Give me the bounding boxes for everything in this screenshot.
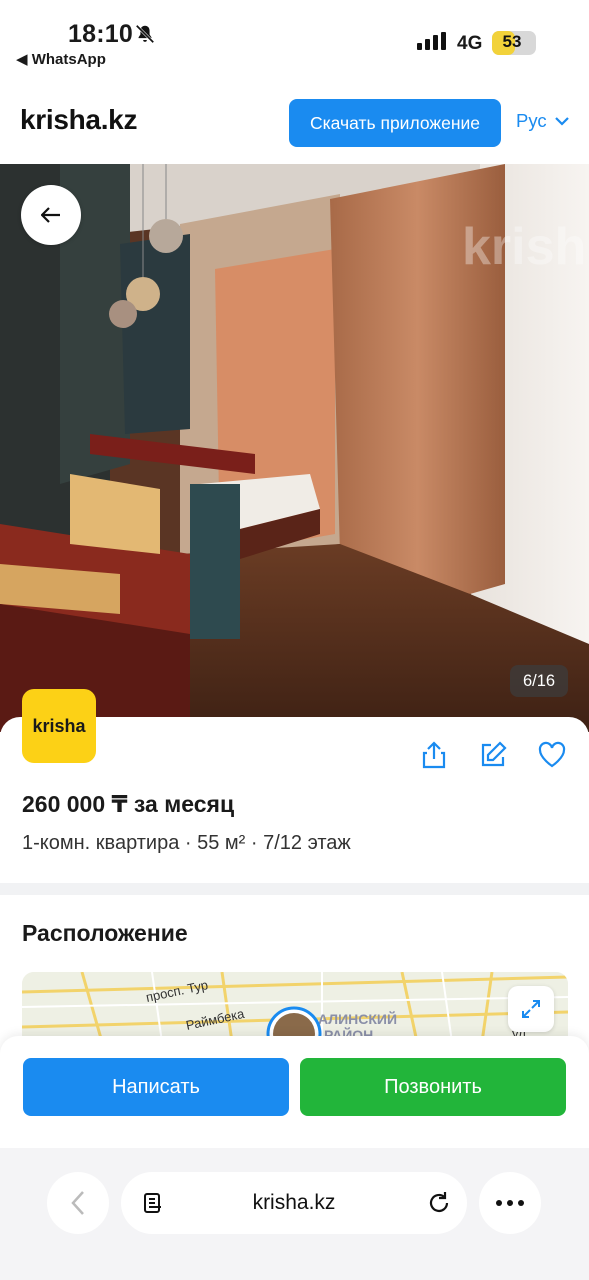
signal-icon: [417, 32, 446, 50]
download-app-button[interactable]: Скачать приложение: [289, 99, 501, 147]
battery-level: 53: [502, 32, 522, 51]
map-image: просп. Тур Раймбека АЛИНСКИЙ РАЙОН ул.: [22, 972, 568, 1042]
section-divider: [0, 883, 589, 895]
browser-url: krisha.kz: [252, 1191, 336, 1214]
write-message-button[interactable]: Написать: [23, 1058, 289, 1116]
browser-address-bar[interactable]: krisha.kz: [121, 1172, 467, 1234]
reload-icon[interactable]: [426, 1190, 452, 1216]
map-expand-button[interactable]: [508, 986, 554, 1032]
chevron-left-icon: [71, 1191, 84, 1215]
listing-photo[interactable]: krish: [0, 164, 589, 732]
bell-muted-icon: [135, 24, 155, 44]
language-selector[interactable]: Рус: [516, 110, 569, 132]
photo-counter: 6/16: [510, 665, 568, 697]
back-to-app-link[interactable]: ◀ WhatsApp: [16, 50, 106, 68]
share-icon[interactable]: [419, 740, 449, 770]
browser-back-button[interactable]: [47, 1172, 109, 1234]
site-logo[interactable]: krisha.kz: [20, 104, 137, 136]
edit-icon[interactable]: [478, 740, 508, 770]
listing-price: 260 000 ₸ за месяц: [22, 791, 235, 817]
listing-details: 1-комн. квартира · 55 м² · 7/12 этаж: [22, 832, 351, 854]
location-title: Расположение: [22, 920, 188, 946]
site-header: krisha.kz Скачать приложение Рус: [0, 78, 589, 164]
expand-icon: [522, 1000, 540, 1018]
language-label: Рус: [516, 110, 547, 131]
back-button[interactable]: [21, 185, 81, 245]
more-dots-icon: [496, 1200, 524, 1206]
location-map[interactable]: просп. Тур Раймбека АЛИНСКИЙ РАЙОН ул.: [22, 972, 568, 1042]
call-button[interactable]: Позвонить: [300, 1058, 566, 1116]
network-type: 4G: [457, 33, 483, 54]
browser-more-button[interactable]: [479, 1172, 541, 1234]
agency-logo[interactable]: krisha: [22, 689, 96, 763]
heart-icon[interactable]: [537, 740, 567, 770]
room-photo-image: krish: [0, 164, 589, 732]
battery-indicator: 53: [492, 31, 536, 55]
map-label-district: АЛИНСКИЙ: [318, 1010, 397, 1027]
svg-text:krish: krish: [462, 218, 586, 276]
clock: 18:10: [68, 20, 133, 48]
chevron-down-icon: [554, 116, 569, 126]
arrow-left-icon: [41, 207, 60, 223]
status-bar: 18:10 ◀ WhatsApp 4G 53: [0, 0, 589, 78]
